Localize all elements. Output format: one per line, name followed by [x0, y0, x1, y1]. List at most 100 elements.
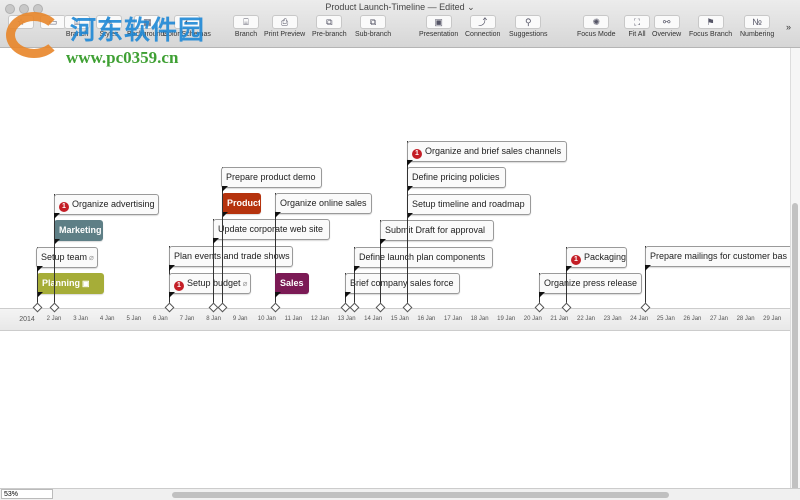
topic[interactable]: 1 Organize and brief sales channels [407, 141, 567, 162]
focus-branch-icon: ⚑ [697, 15, 724, 29]
timeline-day-label: 16 Jan [417, 316, 436, 322]
timeline-day-label: 7 Jan [179, 316, 195, 322]
toolbar-button-branch[interactable]: ⌸ Branch [233, 15, 259, 38]
presentation-icon: ▣ [425, 15, 452, 29]
vertical-scroll-thumb[interactable] [792, 203, 798, 493]
flag-icon [354, 266, 360, 272]
zoom-level-field[interactable]: 53% [1, 489, 53, 499]
topic[interactable]: Brief company sales force [345, 273, 460, 294]
toolbar-button-numbering[interactable]: № Numbering [740, 15, 774, 38]
toolbar-button-label: Focus Mode [577, 31, 616, 38]
horizontal-scroll-thumb[interactable] [172, 492, 669, 498]
flag-icon [407, 160, 413, 166]
topic[interactable]: Organize online sales [275, 193, 372, 214]
topic[interactable]: Setup timeline and roadmap [407, 194, 531, 215]
topic[interactable]: Marketing [54, 220, 103, 241]
flag-icon [566, 266, 572, 272]
topic[interactable]: 1 Setup budget ⌀ [169, 273, 251, 294]
timeline-day-label: 18 Jan [470, 316, 489, 322]
timeline-day-label: 3 Jan [73, 316, 88, 322]
toolbar-button-focus-mode[interactable]: ✺ Focus Mode [577, 15, 616, 38]
timeline-day-label: 14 Jan [364, 316, 383, 322]
topic[interactable]: Planning ▣ [37, 273, 104, 294]
timeline-day-label: 17 Jan [443, 316, 463, 322]
topic-label: Organize press release [544, 278, 638, 288]
topic-label: Product [227, 198, 261, 208]
attachment-icon: ⌀ [89, 253, 94, 262]
timeline-day-label: 12 Jan [310, 316, 330, 322]
topic-label: Organize advertising [72, 199, 155, 209]
topic-label: Organize and brief sales channels [425, 146, 562, 156]
topic-label: Update corporate web site [218, 224, 324, 234]
toolbar-overflow-button[interactable]: » [786, 22, 791, 32]
binoculars-icon: ⚯ [653, 15, 680, 29]
topic[interactable]: Product [222, 193, 261, 214]
topic[interactable]: Define pricing policies [407, 167, 506, 188]
attachment-icon: ⌀ [242, 279, 248, 288]
toolbar-button-label: Suggestions [509, 31, 548, 38]
timeline-day-label: 27 Jan [709, 316, 729, 322]
topic[interactable]: Setup team ⌀ [36, 247, 98, 268]
focus-mode-icon: ✺ [583, 15, 610, 29]
toolbar-button-pre-branch[interactable]: ⧉ Pre-branch [312, 15, 347, 38]
timeline-day-label: 11 Jan [284, 316, 303, 322]
flag-icon [275, 212, 281, 218]
topic-label: Submit Draft for approval [385, 225, 486, 235]
fit-all-icon: ⛶ [624, 15, 650, 29]
printer-icon: ⎙ [271, 15, 298, 29]
timeline-day-label: 13 Jan [337, 316, 356, 322]
topic[interactable]: Prepare product demo [221, 167, 322, 188]
toolbar-button-sub-branch[interactable]: ⧉ Sub-branch [355, 15, 391, 38]
topic[interactable]: 1 Organize advertising [54, 194, 159, 215]
toolbar-button-label: Presentation [419, 31, 459, 38]
priority-1-icon: 1 [412, 149, 422, 159]
topic-label: Prepare product demo [226, 172, 316, 182]
flag-icon [169, 292, 175, 298]
topic[interactable]: Submit Draft for approval [380, 220, 494, 241]
timeline-connector [407, 141, 408, 308]
timeline-day-label: 23 Jan [603, 316, 622, 322]
topic[interactable]: Update corporate web site [213, 219, 330, 240]
flag-icon [213, 238, 219, 244]
branch-icon: ⌸ [233, 15, 259, 29]
topic-label: Packaging [584, 252, 627, 262]
timeline-day-label: 22 Jan [576, 316, 596, 322]
toolbar-button-label: Print Preview [264, 31, 306, 38]
toolbar-button-label: Pre-branch [312, 31, 347, 38]
flag-icon [169, 265, 175, 271]
vertical-scrollbar[interactable] [790, 48, 800, 493]
timeline-day-label: 8 Jan [206, 316, 221, 322]
toolbar-button-presentation[interactable]: ▣ Presentation [419, 15, 458, 38]
timeline-day-label: 15 Jan [390, 316, 409, 322]
topic[interactable]: 1 Packaging [566, 247, 627, 268]
toolbar-button-label: Fit All [628, 31, 646, 38]
timeline-day-label: 4 Jan [99, 316, 115, 322]
topic-label: Planning [42, 278, 80, 288]
topic[interactable]: Prepare mailings for customer bas [645, 246, 795, 267]
toolbar-button-overview[interactable]: ⚯ Overview [652, 15, 681, 38]
flag-icon [37, 266, 43, 272]
priority-1-icon: 1 [174, 281, 184, 291]
topic-label: Define pricing policies [412, 172, 500, 182]
toolbar-button-focus-branch[interactable]: ⚑ Focus Branch [689, 15, 732, 38]
topic-label: Brief company sales force [350, 278, 454, 288]
topic[interactable]: Sales [275, 273, 309, 294]
watermark-logo [6, 12, 62, 58]
timeline-day-label: 25 Jan [656, 316, 675, 322]
toolbar-button-label: Numbering [740, 31, 775, 38]
timeline-day-label: 21 Jan [550, 316, 569, 322]
toolbar-button-connection[interactable]: ⤴ Connection [465, 15, 500, 38]
timeline-day-label: 28 Jan [736, 316, 755, 322]
topic[interactable]: Define launch plan components [354, 247, 493, 268]
flag-icon [539, 292, 545, 298]
timeline-day-label: 26 Jan [683, 316, 702, 322]
toolbar-button-suggestions[interactable]: ⚲ Suggestions [509, 15, 548, 38]
timeline-day-label: 9 Jan [232, 316, 248, 322]
topic[interactable]: Organize press release [539, 273, 642, 294]
toolbar-button-fit-all[interactable]: ⛶ Fit All [624, 15, 650, 38]
flag-icon [645, 265, 651, 271]
toolbar-button-print-preview[interactable]: ⎙ Print Preview [264, 15, 305, 38]
timeline-day-label: 2 Jan [46, 316, 62, 322]
pre-branch-icon: ⧉ [316, 15, 343, 29]
timeline-day-label: 24 Jan [630, 316, 649, 322]
